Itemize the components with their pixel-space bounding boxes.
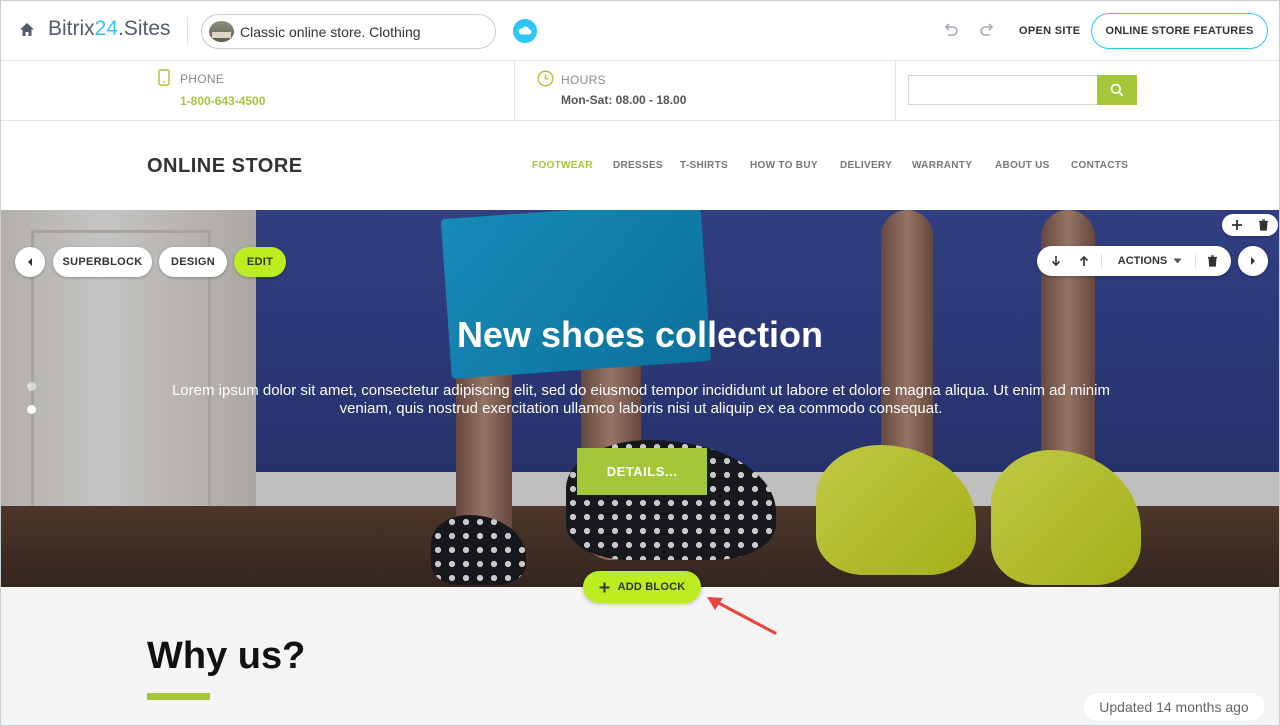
delete-block-button[interactable] xyxy=(1199,246,1225,276)
superblock-button[interactable]: SUPERBLOCK xyxy=(53,247,152,277)
annotation-arrow-icon xyxy=(707,597,777,635)
caret-down-icon xyxy=(1173,258,1182,264)
store-header: ONLINE STORE FOOTWEAR DRESSES T-SHIRTS H… xyxy=(1,121,1279,210)
cloud-icon[interactable] xyxy=(513,19,537,43)
hero-title[interactable]: New shoes collection xyxy=(1,314,1279,356)
plus-icon[interactable] xyxy=(1231,219,1243,231)
slider-dot-1[interactable] xyxy=(27,382,36,391)
move-up-button[interactable] xyxy=(1071,246,1097,276)
search-button[interactable] xyxy=(1097,75,1137,105)
hero-slider: New shoes collection Lorem ipsum dolor s… xyxy=(1,210,1279,587)
chevron-left-icon xyxy=(28,258,32,266)
site-thumbnail xyxy=(209,21,234,42)
block-actions-toolbar: ACTIONS xyxy=(1037,246,1231,276)
site-selector[interactable]: Classic online store. Clothing xyxy=(201,14,496,49)
nav-footwear[interactable]: FOOTWEAR xyxy=(532,160,593,171)
nav-delivery[interactable]: DELIVERY xyxy=(840,160,892,171)
add-block-label: ADD BLOCK xyxy=(617,581,686,593)
nav-warranty[interactable]: WARRANTY xyxy=(912,160,972,171)
design-button[interactable]: DESIGN xyxy=(159,247,227,277)
nav-contacts[interactable]: CONTACTS xyxy=(1071,160,1128,171)
section-title[interactable]: Why us? xyxy=(147,635,305,678)
phone-label: PHONE xyxy=(180,72,225,86)
add-block-button[interactable]: ADD BLOCK xyxy=(583,571,701,603)
trash-icon xyxy=(1207,255,1217,267)
next-block-button[interactable] xyxy=(1238,246,1268,276)
phone-icon xyxy=(158,69,170,86)
contacts-bar: PHONE 1-800-643-4500 HOURS Mon-Sat: 08.0… xyxy=(1,61,1279,121)
hours-value: Mon-Sat: 08.00 - 18.00 xyxy=(561,93,687,107)
divider xyxy=(187,17,188,45)
edit-button[interactable]: EDIT xyxy=(234,247,286,277)
title-underline xyxy=(147,693,210,700)
move-down-button[interactable] xyxy=(1043,246,1069,276)
phone-number[interactable]: 1-800-643-4500 xyxy=(180,94,265,108)
arrow-down-icon xyxy=(1051,256,1061,267)
chevron-right-icon xyxy=(1251,257,1255,265)
brand-logo[interactable]: Bitrix24.Sites xyxy=(48,17,171,41)
home-icon[interactable] xyxy=(17,20,37,40)
store-logo-title[interactable]: ONLINE STORE xyxy=(147,155,303,178)
divider xyxy=(514,61,515,121)
arrow-up-icon xyxy=(1079,255,1089,266)
nav-about-us[interactable]: ABOUT US xyxy=(995,160,1050,171)
site-name: Classic online store. Clothing xyxy=(240,24,421,40)
nav-dresses[interactable]: DRESSES xyxy=(613,160,663,171)
plus-icon xyxy=(599,582,610,592)
browser-frame: Bitrix24.Sites Classic online store. Clo… xyxy=(0,0,1280,726)
redo-icon[interactable] xyxy=(977,21,997,41)
trash-icon[interactable] xyxy=(1258,219,1269,231)
online-store-features-button[interactable]: ONLINE STORE FEATURES xyxy=(1091,13,1268,49)
hours-label: HOURS xyxy=(561,73,606,87)
hero-description[interactable]: Lorem ipsum dolor sit amet, consectetur … xyxy=(151,382,1131,418)
sites-toolbar: Bitrix24.Sites Classic online store. Clo… xyxy=(1,1,1279,61)
search-icon xyxy=(1110,83,1124,97)
details-button[interactable]: DETAILS... xyxy=(577,448,707,495)
actions-label: ACTIONS xyxy=(1117,255,1168,267)
previous-block-button[interactable] xyxy=(15,247,45,277)
clock-icon xyxy=(537,70,554,87)
divider xyxy=(895,61,896,121)
nav-t-shirts[interactable]: T-SHIRTS xyxy=(680,160,728,171)
undo-icon[interactable] xyxy=(941,21,961,41)
search-input[interactable] xyxy=(908,75,1098,105)
why-us-section: Why us? Updated 14 months ago xyxy=(1,587,1279,725)
open-site-link[interactable]: OPEN SITE xyxy=(1019,25,1080,37)
nav-how-to-buy[interactable]: HOW TO BUY xyxy=(750,160,818,171)
block-mini-toolbar xyxy=(1222,214,1278,236)
actions-dropdown[interactable]: ACTIONS xyxy=(1107,246,1193,276)
slider-dot-2[interactable] xyxy=(27,405,36,414)
updated-status-badge: Updated 14 months ago xyxy=(1083,693,1265,721)
